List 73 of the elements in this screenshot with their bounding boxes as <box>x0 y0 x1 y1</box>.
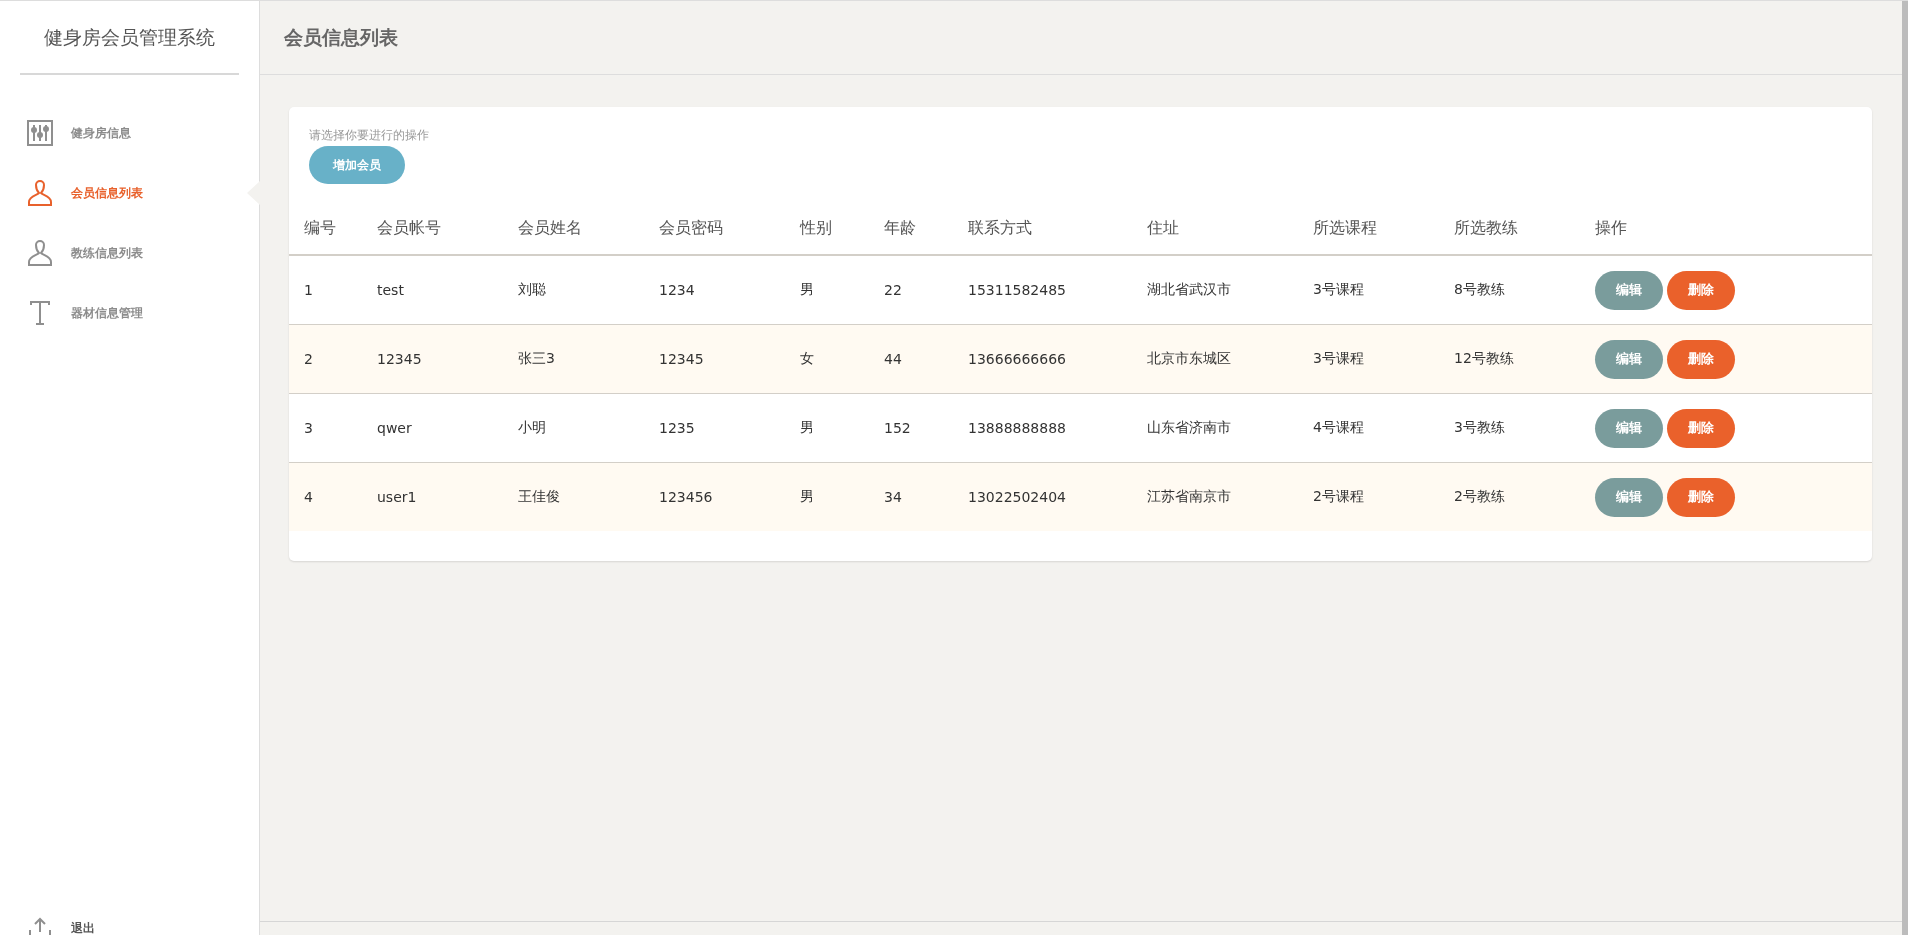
table-cell: user1 <box>377 489 417 505</box>
table-cell: 江苏省南京市 <box>1147 488 1231 504</box>
delete-button[interactable]: 删除 <box>1667 270 1735 310</box>
table-cell: 湖北省武汉市 <box>1147 281 1231 297</box>
table-cell: 山东省济南市 <box>1147 419 1231 435</box>
column-header: 会员密码 <box>659 202 800 255</box>
upload-icon <box>28 916 52 935</box>
column-header: 会员姓名 <box>518 202 659 255</box>
table-cell: 刘聪 <box>518 281 546 297</box>
hint-text: 请选择你要进行的操作 <box>309 127 430 144</box>
edit-button[interactable]: 编辑 <box>1595 339 1663 379</box>
table-cell: 小明 <box>518 419 546 435</box>
table-cell: 3号课程 <box>1313 350 1364 366</box>
table-cell: 张三3 <box>518 350 555 366</box>
table-cell: 1 <box>304 282 313 298</box>
table-cell: 15311582485 <box>968 282 1066 298</box>
table-cell: 4号课程 <box>1313 419 1364 435</box>
text-icon <box>29 300 51 326</box>
edit-button[interactable]: 编辑 <box>1595 477 1663 517</box>
table-cell: 12345 <box>659 351 704 367</box>
app-title: 健身房会员管理系统 <box>20 1 239 75</box>
table-cell: 1235 <box>659 420 695 436</box>
table-cell: qwer <box>377 420 412 436</box>
table-cell: 2号教练 <box>1454 488 1505 504</box>
add-member-button[interactable]: 增加会员 <box>309 146 405 184</box>
column-header: 编号 <box>289 202 377 255</box>
nav-item[interactable]: 教练信息列表 <box>0 223 259 283</box>
table-cell: 3号课程 <box>1313 281 1364 297</box>
table-cell: 13022502404 <box>968 489 1066 505</box>
table-cell: 北京市东城区 <box>1147 350 1231 366</box>
table-cell: test <box>377 282 404 298</box>
table-cell: 8号教练 <box>1454 281 1505 297</box>
table-cell: 44 <box>884 351 902 367</box>
edit-button[interactable]: 编辑 <box>1595 408 1663 448</box>
delete-button[interactable]: 删除 <box>1667 477 1735 517</box>
delete-button[interactable]: 删除 <box>1667 339 1735 379</box>
column-header: 住址 <box>1147 202 1313 255</box>
logout-link[interactable]: 退出 <box>0 913 259 935</box>
table-cell: 2号课程 <box>1313 488 1364 504</box>
nav-item[interactable]: 器材信息管理 <box>0 283 259 343</box>
edit-button[interactable]: 编辑 <box>1595 270 1663 310</box>
page-title: 会员信息列表 <box>284 24 398 50</box>
table-cell: 13666666666 <box>968 351 1066 367</box>
table-cell: 3 <box>304 420 313 436</box>
table-cell: 男 <box>800 419 814 435</box>
table-cell: 3号教练 <box>1454 419 1505 435</box>
table-cell: 1234 <box>659 282 695 298</box>
table-cell: 34 <box>884 489 902 505</box>
delete-button[interactable]: 删除 <box>1667 408 1735 448</box>
column-header: 会员帐号 <box>377 202 518 255</box>
person-icon <box>27 180 53 206</box>
table-cell: 22 <box>884 282 902 298</box>
table-cell: 4 <box>304 489 313 505</box>
table-cell: 152 <box>884 420 911 436</box>
column-header: 所选课程 <box>1313 202 1454 255</box>
column-header: 年龄 <box>884 202 968 255</box>
table-cell: 123456 <box>659 489 713 505</box>
table-cell: 13888888888 <box>968 420 1066 436</box>
column-header: 操作 <box>1595 202 1872 255</box>
table-cell: 女 <box>800 350 814 366</box>
nav-item[interactable]: 健身房信息 <box>0 103 259 163</box>
sliders-icon <box>27 120 53 146</box>
table-cell: 12号教练 <box>1454 350 1514 366</box>
column-header: 性别 <box>800 202 884 255</box>
table-cell: 2 <box>304 351 313 367</box>
nav-item[interactable]: 会员信息列表 <box>0 163 259 223</box>
table-cell: 男 <box>800 488 814 504</box>
person-icon <box>27 240 53 266</box>
table-cell: 男 <box>800 281 814 297</box>
table-cell: 12345 <box>377 351 422 367</box>
table-cell: 王佳俊 <box>518 488 560 504</box>
column-header: 联系方式 <box>968 202 1147 255</box>
column-header: 所选教练 <box>1454 202 1595 255</box>
